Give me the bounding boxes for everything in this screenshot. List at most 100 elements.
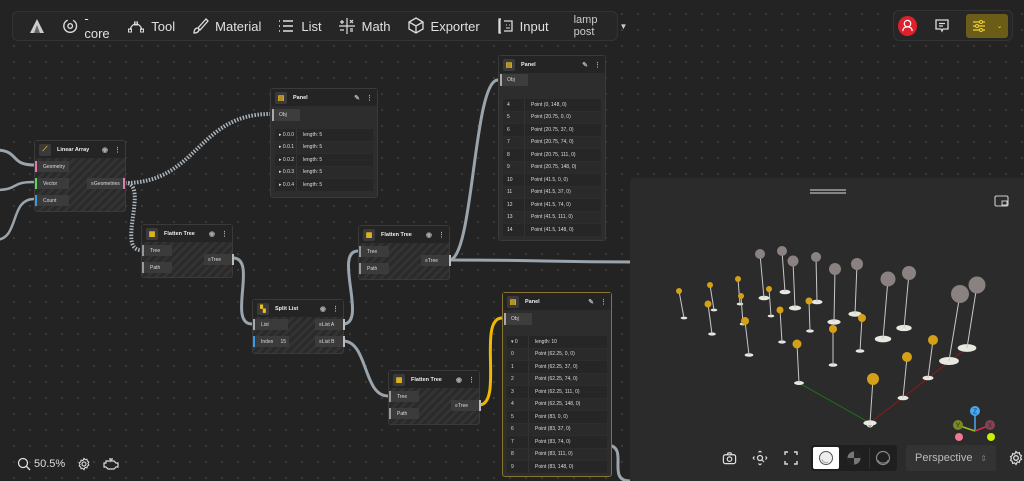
node-header[interactable]: ▦ Flatten Tree ◉ ⋮ (142, 225, 232, 242)
panel-row[interactable]: 8 Point (20.75, 111, 0) (503, 149, 601, 162)
node-header[interactable]: ▚ Split List ◉ ⋮ (253, 300, 343, 317)
panel-row[interactable]: ▾ 0 length: 10 (507, 336, 607, 349)
user-avatar[interactable] (898, 15, 918, 36)
output-port-tree[interactable]: ≡ Tree (451, 400, 481, 411)
wire[interactable] (0, 197, 35, 241)
wire[interactable] (342, 249, 359, 326)
node-header[interactable]: ▤ Panel ✎ ⋮ (503, 293, 611, 310)
input-port-geometry[interactable]: Geometry (35, 161, 69, 172)
more-menu-icon[interactable]: ⋮ (221, 230, 228, 238)
eye-icon[interactable]: ◉ (456, 376, 462, 384)
panel-row[interactable]: 4 Point (0, 148, 0) (503, 99, 601, 112)
input-port-vector[interactable]: Vector (35, 178, 69, 189)
eye-icon[interactable]: ◉ (209, 230, 215, 238)
wire[interactable] (448, 78, 499, 262)
panel-row[interactable]: ▸ 0.0.3 length: 5 (275, 166, 373, 179)
panel-row[interactable]: 12 Point (41.5, 74, 0) (503, 199, 601, 212)
panel-row[interactable]: 5 Point (83, 0, 0) (507, 411, 607, 424)
panel-row[interactable]: ▸ 0.0.1 length: 5 (275, 141, 373, 154)
wire[interactable] (342, 339, 389, 398)
more-menu-icon[interactable]: ⋮ (332, 305, 339, 313)
node-linear-array[interactable]: ⟋ Linear Array ◉ ⋮ Geometry Vector Count ≡ Geom… (34, 140, 126, 212)
panel-row[interactable]: 3 Point (62.25, 111, 0) (507, 386, 607, 399)
input-port-tree[interactable]: Tree (359, 246, 389, 257)
panel-row[interactable]: 5 Point (20.75, 0, 0) (503, 111, 601, 124)
screenshot-button[interactable] (718, 447, 740, 469)
toolbar-logo-button[interactable] (21, 13, 53, 39)
toolbar-input-button[interactable]: Input (489, 13, 556, 39)
panel-row[interactable]: 6 Point (83, 37, 0) (507, 423, 607, 436)
project-select[interactable]: lamp post ▼ (568, 14, 634, 38)
more-menu-icon[interactable]: ⋮ (600, 298, 607, 306)
shading-matcap-button[interactable] (841, 447, 867, 469)
node-flatten3[interactable]: ▦ Flatten Tree ◉ ⋮ Tree Path ≡ Tree (388, 370, 481, 425)
panel-row[interactable]: 6 Point (20.75, 37, 0) (503, 124, 601, 137)
wire[interactable] (448, 258, 641, 264)
more-menu-icon[interactable]: ⋮ (438, 231, 445, 239)
input-port-tree[interactable]: Tree (142, 245, 172, 256)
panel-row[interactable]: 7 Point (83, 74, 0) (507, 436, 607, 449)
input-port-tree[interactable]: Tree (389, 391, 419, 402)
more-menu-icon[interactable]: ⋮ (594, 61, 601, 69)
edit-pencil-icon[interactable]: ✎ (588, 298, 594, 306)
eye-icon[interactable]: ◉ (102, 146, 108, 154)
panel-row[interactable]: 1 Point (62.25, 37, 0) (507, 361, 607, 374)
toolbar-material-button[interactable]: Material (184, 13, 268, 39)
wire-list[interactable] (124, 181, 142, 252)
fullscreen-button[interactable] (780, 447, 802, 469)
more-menu-icon[interactable]: ⋮ (114, 146, 121, 154)
node-header[interactable]: ⟋ Linear Array ◉ ⋮ (35, 141, 125, 158)
panel-row[interactable]: 9 Point (83, 148, 0) (507, 461, 607, 474)
output-port-list-a[interactable]: ≡ List A (315, 319, 345, 330)
panel-row[interactable]: 10 Point (41.5, 0, 0) (503, 174, 601, 187)
panel-row[interactable]: ▸ 0.0.2 length: 5 (275, 154, 373, 167)
panel-row[interactable]: 4 Point (62.25, 148, 0) (507, 398, 607, 411)
engine-icon[interactable] (103, 457, 119, 471)
node-header[interactable]: ▦ Flatten Tree ◉ ⋮ (389, 371, 479, 388)
input-port-obj[interactable]: Obj (504, 313, 532, 325)
input-port-path[interactable]: Path (389, 408, 419, 419)
input-port-obj[interactable]: Obj (272, 109, 300, 121)
panel-node-p2[interactable]: ▤ Panel ✎ ⋮ Obj 4 Point (0, 148, 0) 5 Point (20.… (498, 55, 606, 241)
wire-selected[interactable] (478, 316, 503, 407)
panel-node-p1[interactable]: ▤ Panel ✎ ⋮ Obj ▸ 0.0.0 length: 5 ▸ 0.0.1 length… (270, 88, 378, 198)
eye-icon[interactable]: ◉ (426, 231, 432, 239)
panel-row[interactable]: ▸ 0.0.0 length: 5 (275, 129, 373, 142)
toolbar-exporter-button[interactable]: Exporter (400, 13, 487, 39)
comments-button[interactable] (931, 15, 952, 37)
wire[interactable] (0, 148, 35, 167)
toolbar-math-button[interactable]: Math (331, 13, 398, 39)
panel-row[interactable]: ▸ 0.0.4 length: 5 (275, 179, 373, 192)
panel-row[interactable]: 14 Point (41.5, 148, 0) (503, 224, 601, 237)
toolbar-tool-button[interactable]: Tool (120, 13, 182, 39)
panel-node-p3[interactable]: ▤ Panel ✎ ⋮ Obj ▾ 0 length: 10 0 Point (62.25, 0… (502, 292, 612, 477)
output-port-tree[interactable]: ≡ Tree (204, 254, 234, 265)
panel-row[interactable]: 13 Point (41.5, 111, 0) (503, 211, 601, 224)
node-flatten2[interactable]: ▦ Flatten Tree ◉ ⋮ Tree Path ≡ Tree (358, 225, 451, 280)
panel-row[interactable]: 11 Point (41.5, 37, 0) (503, 186, 601, 199)
toolbar-list-button[interactable]: List (270, 13, 328, 39)
input-port-obj[interactable]: Obj (500, 74, 528, 86)
camera-mode-select[interactable]: Perspective ⇕ (906, 445, 996, 471)
output-port-tree[interactable]: ≡ Tree (421, 255, 451, 266)
more-menu-icon[interactable]: ⋮ (366, 94, 373, 102)
zoom-to-fit-button[interactable] (749, 447, 771, 469)
panel-row[interactable]: 7 Point (20.75, 74, 0) (503, 136, 601, 149)
toolbar-core-button[interactable]: -core (55, 11, 118, 41)
wire-list[interactable] (124, 112, 271, 185)
properties-toggle-button[interactable]: ⌄ (966, 13, 1008, 38)
gear-icon[interactable] (77, 457, 91, 471)
input-port-list[interactable]: List (253, 319, 288, 330)
node-flatten1[interactable]: ▦ Flatten Tree ◉ ⋮ Tree Path ≡ Tree (141, 224, 234, 278)
edit-pencil-icon[interactable]: ✎ (354, 94, 360, 102)
panel-row[interactable]: 8 Point (83, 111, 0) (507, 448, 607, 461)
zoom-level-button[interactable]: 50.5% (17, 457, 65, 471)
node-header[interactable]: ▤ Panel ✎ ⋮ (271, 89, 377, 106)
output-port-list-b[interactable]: ≡ List B (315, 336, 345, 347)
node-header[interactable]: ▤ Panel ✎ ⋮ (499, 56, 605, 73)
3d-viewport[interactable]: Z Y X (630, 178, 1024, 481)
input-port-count[interactable]: Count (35, 195, 69, 206)
input-port-path[interactable]: Path (359, 263, 389, 274)
panel-row[interactable]: 9 Point (20.75, 148, 0) (503, 161, 601, 174)
wire[interactable] (232, 256, 253, 326)
